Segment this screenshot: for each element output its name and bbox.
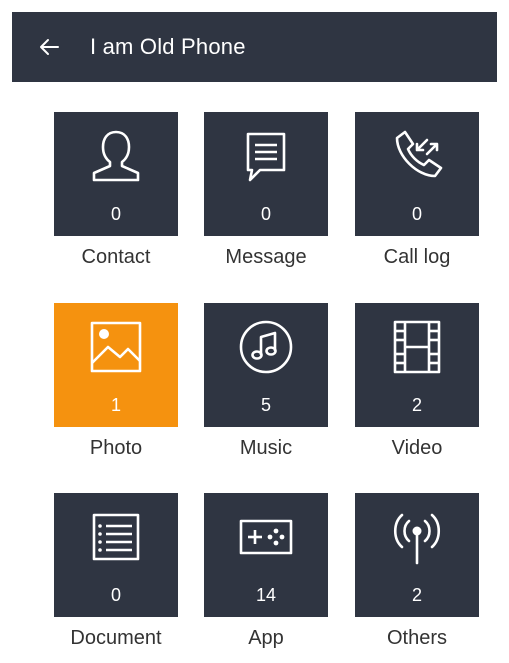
gamepad-icon — [239, 519, 293, 555]
category-tile: 0 — [204, 112, 328, 236]
image-icon — [90, 321, 142, 373]
category-tile: 0 — [54, 112, 178, 236]
category-contact[interactable]: 0 Contact — [54, 112, 178, 282]
category-tile-active: 1 — [54, 303, 178, 427]
back-button[interactable] — [26, 24, 72, 70]
category-count: 2 — [411, 585, 422, 605]
antenna-icon — [393, 513, 441, 565]
category-label: Photo — [89, 437, 143, 459]
music-icon — [239, 320, 293, 374]
category-document[interactable]: 0 Document — [54, 493, 178, 663]
category-count: 0 — [110, 585, 121, 605]
person-icon — [92, 130, 140, 182]
category-label: Contact — [81, 246, 151, 268]
category-count: 14 — [255, 585, 277, 605]
app-bar: I am Old Phone — [12, 12, 497, 82]
category-label: App — [248, 627, 284, 649]
category-count: 0 — [110, 204, 121, 224]
category-tile: 14 — [204, 493, 328, 617]
category-message[interactable]: 0 Message — [204, 112, 328, 282]
category-tile: 2 — [355, 303, 479, 427]
category-label: Message — [225, 246, 307, 268]
category-photo[interactable]: 1 Photo — [54, 303, 178, 473]
category-count: 2 — [411, 395, 422, 415]
message-icon — [246, 132, 286, 182]
category-tile: 2 — [355, 493, 479, 617]
category-app[interactable]: 14 App — [204, 493, 328, 663]
category-count: 5 — [260, 395, 271, 415]
category-label: Document — [70, 627, 162, 649]
category-count: 0 — [260, 204, 271, 224]
page-title: I am Old Phone — [90, 34, 246, 59]
category-label: Others — [386, 627, 448, 649]
category-label: Music — [239, 437, 293, 459]
category-call-log[interactable]: 0 Call log — [355, 112, 479, 282]
phone-call-icon — [395, 130, 443, 178]
category-tile: 0 — [54, 493, 178, 617]
category-count: 0 — [411, 204, 422, 224]
category-music[interactable]: 5 Music — [204, 303, 328, 473]
category-label: Call log — [383, 246, 451, 268]
category-video[interactable]: 2 Video — [355, 303, 479, 473]
document-list-icon — [92, 513, 140, 561]
category-count: 1 — [110, 395, 121, 415]
category-others[interactable]: 2 Others — [355, 493, 479, 663]
category-tile: 0 — [355, 112, 479, 236]
film-icon — [393, 320, 441, 374]
arrow-left-icon — [40, 39, 59, 55]
category-label: Video — [391, 437, 443, 459]
category-tile: 5 — [204, 303, 328, 427]
